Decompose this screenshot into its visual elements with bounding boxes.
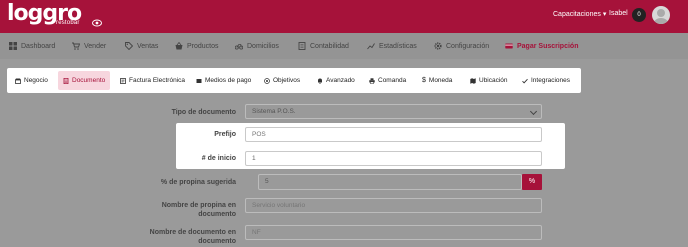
numero-inicio-input[interactable]: 1	[245, 151, 542, 166]
capacitaciones-link[interactable]: Capacitaciones ▾	[553, 10, 606, 18]
menu-label: Pagar Suscripción	[517, 42, 579, 50]
highlighted-section: Prefijo # de inicio 1	[176, 123, 565, 169]
tab-label: Moneda	[428, 77, 453, 84]
target-icon	[264, 77, 270, 84]
card-icon	[505, 43, 513, 49]
menu-item-dashboard[interactable]: Dashboard	[9, 33, 55, 59]
tab-avanzado[interactable]: Avanzado	[312, 71, 360, 90]
menu-item-vender[interactable]: Vender	[72, 33, 106, 59]
chevron-down-icon: ▾	[602, 11, 607, 18]
main-menu: Dashboard Vender Ventas Productos Domici…	[0, 33, 688, 59]
nombre-documento-label: Nombre de documento en documento	[96, 228, 236, 246]
nombre-documento-label-line1: Nombre de documento en	[149, 229, 236, 236]
tab-label: Avanzado	[326, 77, 355, 84]
invoice-icon	[120, 77, 126, 84]
menu-label: Dashboard	[21, 42, 56, 50]
logo-subtext: restobar	[56, 20, 80, 26]
nombre-propina-label-line2: documento	[198, 211, 236, 218]
chart-line-icon	[367, 43, 375, 50]
dollar-icon: $	[422, 77, 426, 84]
menu-item-estadisticas[interactable]: Estadísticas	[367, 33, 417, 59]
eye-icon[interactable]	[92, 19, 102, 27]
tab-moneda[interactable]: $ Moneda	[417, 71, 457, 90]
nombre-documento-input[interactable]	[245, 225, 542, 240]
propina-input[interactable]: 5	[258, 174, 522, 190]
tab-comanda[interactable]: Comanda	[364, 71, 411, 90]
tab-ubicacion[interactable]: Ubicación	[465, 71, 513, 90]
tab-documento[interactable]: Documento	[58, 71, 111, 90]
ledger-icon	[298, 42, 306, 50]
numero-inicio-label: # de inicio	[201, 155, 236, 162]
nombre-propina-input[interactable]	[245, 198, 542, 213]
tab-label: Objetivos	[273, 77, 301, 84]
tab-label: Factura Electrónica	[129, 77, 185, 84]
nombre-documento-label-line2: documento	[198, 238, 236, 245]
map-icon	[470, 77, 476, 84]
dashboard-icon	[9, 42, 17, 50]
propina-label: % de propina sugerida	[160, 179, 236, 186]
menu-label: Domicilios	[247, 42, 279, 50]
prefijo-input[interactable]	[245, 127, 542, 142]
menu-item-domicilios[interactable]: Domicilios	[235, 33, 279, 59]
menu-label: Estadísticas	[379, 42, 417, 50]
percent-addon: %	[522, 174, 542, 190]
menu-label: Vender	[84, 42, 107, 50]
tab-medios-de-pago[interactable]: Medios de pago	[191, 71, 256, 90]
printer-icon	[369, 77, 375, 84]
tag-icon	[125, 42, 133, 50]
menu-label: Contabilidad	[310, 42, 349, 50]
tab-label: Medios de pago	[205, 77, 252, 84]
store-icon	[15, 78, 21, 84]
menu-item-pagar-suscripcion[interactable]: Pagar Suscripción	[505, 33, 578, 59]
wallet-icon	[196, 78, 202, 83]
avatar[interactable]	[652, 6, 670, 24]
tab-label: Integraciones	[531, 77, 571, 84]
nombre-propina-label: Nombre de propina en documento	[96, 201, 236, 219]
nombre-propina-label-line1: Nombre de propina en	[161, 202, 236, 209]
tab-factura-electronica[interactable]: Factura Electrónica	[115, 71, 190, 90]
menu-label: Ventas	[137, 42, 159, 50]
menu-label: Productos	[187, 42, 219, 50]
prefijo-label: Prefijo	[214, 131, 236, 138]
tipo-documento-value: Sistema P.O.S.	[252, 108, 296, 115]
tipo-documento-label: Tipo de documento	[171, 109, 236, 116]
menu-item-contabilidad[interactable]: Contabilidad	[298, 33, 349, 59]
capacitaciones-label: Capacitaciones	[553, 11, 601, 18]
document-icon	[63, 77, 69, 84]
menu-item-productos[interactable]: Productos	[175, 33, 219, 59]
tipo-documento-select[interactable]: Sistema P.O.S.	[245, 104, 542, 119]
tab-label: Comanda	[378, 77, 407, 84]
top-header: loggro restobar Capacitaciones ▾ Isabel …	[0, 0, 688, 33]
notification-badge[interactable]: 0	[632, 8, 646, 22]
chevron-down-icon	[529, 107, 538, 116]
tab-objetivos[interactable]: Objetivos	[259, 71, 305, 90]
settings-tabs: Negocio Documento Factura Electrónica Me…	[7, 68, 581, 93]
gear-icon	[434, 42, 442, 50]
bell-icon	[318, 78, 322, 84]
menu-item-ventas[interactable]: Ventas	[125, 33, 158, 59]
tab-label: Ubicación	[479, 77, 508, 84]
basket-icon	[175, 42, 183, 50]
user-name[interactable]: Isabel	[609, 10, 628, 17]
menu-label: Configuración	[446, 42, 490, 50]
tab-integraciones[interactable]: Integraciones	[517, 71, 575, 90]
cart-icon	[72, 42, 80, 50]
tab-negocio[interactable]: Negocio	[10, 71, 53, 90]
tab-label: Negocio	[24, 77, 48, 84]
bike-icon	[235, 44, 243, 50]
menu-item-configuracion[interactable]: Configuración	[434, 33, 489, 59]
check-icon	[522, 78, 528, 83]
tab-label: Documento	[72, 77, 106, 84]
